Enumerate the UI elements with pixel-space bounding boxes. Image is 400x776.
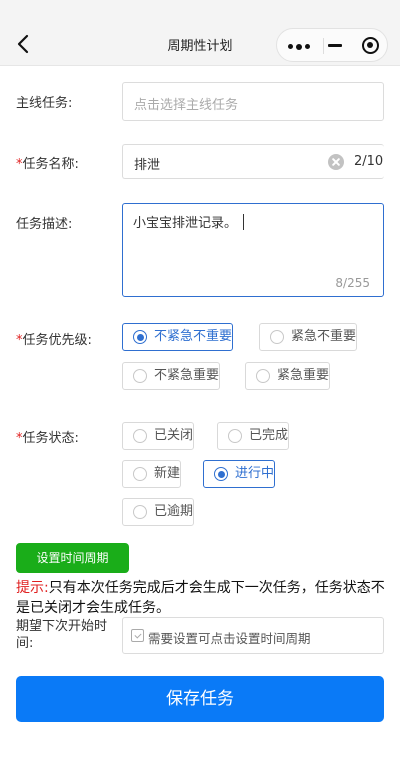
status-option-completed[interactable]: 已完成 (217, 422, 290, 450)
task-desc-value: 小宝宝排泄记录。 (133, 212, 245, 231)
task-desc-label: 任务描述: (16, 217, 73, 232)
task-name-label: *任务名称: (16, 157, 79, 172)
minimize-icon[interactable] (328, 44, 342, 47)
expected-start-field[interactable]: 需要设置可点击设置时间周期 (122, 617, 384, 654)
expected-start-hint: 需要设置可点击设置时间周期 (148, 631, 311, 646)
set-period-button[interactable]: 设置时间周期 (16, 543, 129, 573)
main-task-label: 主线任务: (16, 96, 73, 111)
target-circle-icon[interactable] (362, 37, 379, 54)
expected-start-label: 期望下次开始时间: (16, 619, 108, 651)
priority-option-2[interactable]: 紧急不重要 (259, 323, 358, 351)
task-name-counter: 2/10 (354, 154, 384, 169)
task-desc-textarea[interactable]: 小宝宝排泄记录。 8/255 (122, 203, 384, 297)
save-task-button[interactable]: 保存任务 (16, 676, 384, 722)
priority-option-1[interactable]: 不紧急不重要 (122, 323, 234, 351)
status-option-in-progress[interactable]: 进行中 (203, 460, 276, 488)
priority-option-3[interactable]: 不紧急重要 (122, 362, 221, 390)
status-option-new[interactable]: 新建 (122, 460, 182, 488)
priority-label: *任务优先级: (16, 333, 92, 348)
main-task-picker[interactable]: 点击选择主线任务 (122, 82, 384, 121)
calendar-check-icon (131, 629, 144, 642)
more-dots-icon[interactable] (288, 43, 310, 50)
status-label: *任务状态: (16, 431, 79, 446)
task-name-value: 排泄 (134, 158, 161, 173)
task-name-input[interactable]: 排泄 2/10 (122, 144, 384, 179)
main-task-placeholder: 点击选择主线任务 (134, 98, 239, 113)
menu-capsule (276, 28, 388, 62)
capsule-divider (323, 38, 324, 54)
clear-circle-icon[interactable] (328, 154, 344, 170)
status-option-overdue[interactable]: 已逾期 (122, 498, 195, 526)
priority-option-4[interactable]: 紧急重要 (245, 362, 331, 390)
navigation-bar: 周期性计划 (0, 0, 400, 66)
tip-text: 提示:只有本次任务完成后才会生成下一次任务，任务状态不是已关闭才会生成任务。 (16, 580, 385, 616)
status-option-closed[interactable]: 已关闭 (122, 422, 195, 450)
task-desc-counter: 8/255 (335, 276, 370, 290)
